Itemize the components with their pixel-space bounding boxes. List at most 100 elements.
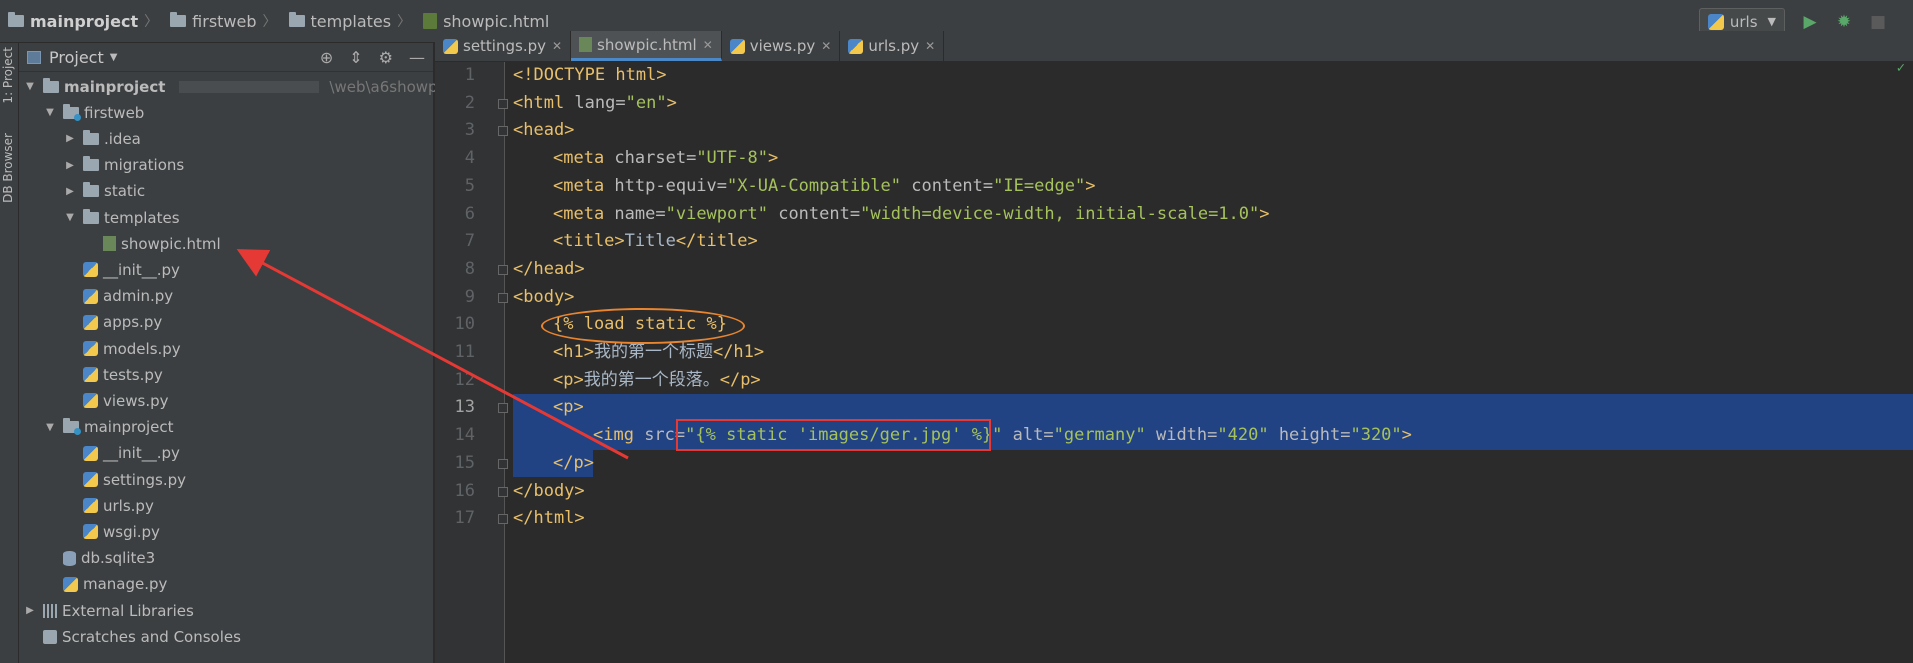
close-icon[interactable]: ✕ xyxy=(552,39,562,53)
db-browser-tool-tab[interactable]: DB Browser xyxy=(1,133,15,203)
project-icon xyxy=(27,50,41,64)
line-number: 16 xyxy=(454,480,475,501)
fold-marker-icon[interactable] xyxy=(498,126,508,137)
breadcrumb-item-mainproject[interactable]: mainproject xyxy=(30,12,138,31)
python-file-icon xyxy=(83,445,98,461)
folder-icon xyxy=(63,418,81,436)
code-editor[interactable]: 1 2 3 4 5 6 7 8 9 10 11 12 13 14 15 16 17 <!DOCTYPE html… xyxy=(435,60,1913,663)
chevron-right-icon: 〉 xyxy=(144,14,159,30)
tree-item-label: firstweb xyxy=(84,103,145,122)
locate-icon[interactable]: ⊕ xyxy=(320,48,333,67)
breadcrumb-item-file[interactable]: showpic.html xyxy=(443,12,549,31)
python-file-icon xyxy=(83,288,98,304)
folder-icon xyxy=(63,103,81,121)
close-icon[interactable]: ✕ xyxy=(821,39,831,53)
collapse-all-icon[interactable]: ⇕ xyxy=(349,48,362,67)
chevron-right-icon[interactable]: ▶ xyxy=(65,133,75,144)
fold-marker-icon[interactable] xyxy=(498,264,508,275)
line-number-gutter: 1 2 3 4 5 6 7 8 9 10 11 12 13 14 15 16 17 xyxy=(435,62,508,663)
tree-item[interactable]: ▶ External Libraries xyxy=(25,600,194,621)
line-number: 3 xyxy=(464,120,475,141)
blurred-path xyxy=(179,80,320,93)
line-number: 8 xyxy=(464,258,475,279)
minimize-icon[interactable]: — xyxy=(409,48,425,67)
tree-item[interactable]: models.py xyxy=(65,338,181,359)
tree-item[interactable]: __init__.py xyxy=(65,443,180,464)
fold-marker-icon[interactable] xyxy=(498,98,508,109)
line-number: 10 xyxy=(454,314,475,335)
tree-item[interactable]: Scratches and Consoles xyxy=(25,626,241,647)
tree-item[interactable]: showpic.html xyxy=(85,233,221,254)
tree-item[interactable]: urls.py xyxy=(65,495,154,516)
project-panel-title[interactable]: Project xyxy=(49,48,104,67)
run-button[interactable]: ▶ xyxy=(1799,11,1821,33)
code-token: <html xyxy=(513,92,575,113)
code-token: </p> xyxy=(719,369,761,390)
tree-item[interactable]: manage.py xyxy=(45,574,167,595)
tab-settings-py[interactable]: settings.py ✕ xyxy=(435,31,572,61)
chevron-down-icon[interactable]: ▼ xyxy=(45,107,55,118)
chevron-right-icon: 〉 xyxy=(262,14,277,30)
code-token: "width=device-width, initial-scale=1.0" xyxy=(860,203,1260,224)
line-number: 7 xyxy=(464,231,475,252)
line-number: 15 xyxy=(454,452,475,473)
tree-item[interactable]: tests.py xyxy=(65,364,163,385)
fold-marker-icon[interactable] xyxy=(498,514,508,525)
tree-item[interactable]: ▼ templates xyxy=(65,207,180,228)
tree-item-label: __init__.py xyxy=(103,444,180,463)
tree-item[interactable]: ▼ firstweb xyxy=(45,102,144,123)
tree-item-label: Scratches and Consoles xyxy=(62,627,241,646)
play-icon: ▶ xyxy=(1803,11,1817,32)
tree-item[interactable]: admin.py xyxy=(65,286,173,307)
tree-item[interactable]: __init__.py xyxy=(65,259,180,280)
tree-item-label: showpic.html xyxy=(121,234,221,253)
code-token: <!DOCTYPE html> xyxy=(513,65,667,85)
chevron-right-icon[interactable]: ▶ xyxy=(25,605,35,616)
breadcrumb-item-templates[interactable]: templates xyxy=(311,12,392,31)
code-token: </head> xyxy=(513,258,585,279)
tree-item-label: admin.py xyxy=(103,287,174,306)
tree-item[interactable]: wsgi.py xyxy=(65,521,160,542)
tree-item[interactable]: apps.py xyxy=(65,312,162,333)
python-file-icon xyxy=(83,524,98,540)
selection-highlight xyxy=(513,394,1913,423)
chevron-down-icon[interactable]: ▼ xyxy=(110,52,118,63)
tree-item[interactable]: ▶ migrations xyxy=(65,155,184,176)
debug-button[interactable]: ✹ xyxy=(1833,11,1855,33)
project-tool-tab[interactable]: 1: Project xyxy=(1,47,15,104)
stop-button[interactable]: ■ xyxy=(1867,11,1889,33)
tab-views-py[interactable]: views.py ✕ xyxy=(722,31,841,61)
tab-showpic-html[interactable]: showpic.html ✕ xyxy=(571,31,722,61)
tree-item-label: settings.py xyxy=(103,470,186,489)
chevron-down-icon[interactable]: ▼ xyxy=(65,212,75,223)
close-icon[interactable]: ✕ xyxy=(703,38,713,52)
chevron-right-icon[interactable]: ▶ xyxy=(65,160,75,171)
chevron-down-icon[interactable]: ▼ xyxy=(45,422,55,433)
tab-urls-py[interactable]: urls.py ✕ xyxy=(840,31,945,61)
breadcrumb-item-firstweb[interactable]: firstweb xyxy=(192,12,256,31)
fold-marker-icon[interactable] xyxy=(498,292,508,303)
python-file-icon xyxy=(83,341,98,356)
tree-item[interactable]: db.sqlite3 xyxy=(45,548,155,569)
red-box-annotation xyxy=(676,419,991,451)
fold-marker-icon[interactable] xyxy=(498,458,508,469)
code-token: > xyxy=(1401,425,1412,446)
gear-icon[interactable]: ⚙ xyxy=(379,48,393,67)
code-token: <p> xyxy=(553,397,584,418)
chevron-down-icon[interactable]: ▼ xyxy=(25,81,35,92)
close-icon[interactable]: ✕ xyxy=(925,39,935,53)
tree-item[interactable]: settings.py xyxy=(65,469,186,490)
editor-tabs: settings.py ✕ showpic.html ✕ views.py ✕ urls.p… xyxy=(435,31,1913,62)
tree-item[interactable]: views.py xyxy=(65,390,169,411)
tree-item[interactable]: ▶ .idea xyxy=(65,128,141,149)
chevron-right-icon[interactable]: ▶ xyxy=(65,186,75,197)
tree-item[interactable]: ▶ static xyxy=(65,181,145,202)
fold-marker-icon[interactable] xyxy=(498,403,508,414)
tree-item[interactable]: ▼ mainproject xyxy=(45,417,174,438)
code-token: 我的第一个标题 xyxy=(593,342,713,362)
code-token: > xyxy=(666,92,677,113)
fold-marker-icon[interactable] xyxy=(498,486,508,497)
tree-item-label: urls.py xyxy=(103,496,154,515)
tab-label: urls.py xyxy=(868,37,920,55)
tree-item-label: db.sqlite3 xyxy=(81,549,156,568)
